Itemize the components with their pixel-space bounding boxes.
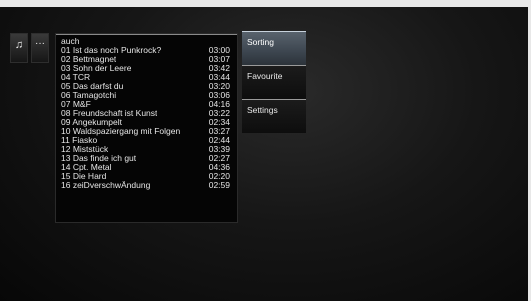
- track-row[interactable]: 15 Die Hard 02:20: [61, 172, 233, 181]
- track-row[interactable]: 02 Bettmagnet 03:07: [61, 55, 233, 64]
- track-title: 10 Waldspaziergang mit Folgen: [61, 127, 181, 136]
- track-title: 07 M&F: [61, 100, 91, 109]
- track-row[interactable]: 16 zeiDverschwÄndung 02:59: [61, 181, 233, 190]
- track-row[interactable]: 09 Angekumpelt 02:34: [61, 118, 233, 127]
- track-row[interactable]: 04 TCR 03:44: [61, 73, 233, 82]
- album-title: auch: [61, 36, 80, 46]
- track-title: 04 TCR: [61, 73, 91, 82]
- more-icon: ···: [35, 38, 45, 49]
- more-options-button[interactable]: ···: [31, 33, 49, 63]
- track-row[interactable]: 06 Tamagotchi 03:06: [61, 91, 233, 100]
- menu-item-label: Settings: [247, 105, 278, 115]
- track-title: 11 Fiasko: [61, 136, 98, 145]
- track-row[interactable]: 01 Ist das noch Punkrock? 03:00: [61, 46, 233, 55]
- menu-item-label: Sorting: [247, 37, 274, 47]
- top-border: [0, 0, 531, 7]
- track-duration: 02:59: [208, 180, 230, 190]
- menu-item-favourite[interactable]: Favourite: [242, 65, 306, 99]
- options-menu: Sorting Favourite Settings: [242, 31, 306, 133]
- music-source-button[interactable]: ♫: [10, 33, 28, 63]
- track-row[interactable]: 03 Sohn der Leere 03:42: [61, 64, 233, 73]
- track-title: 05 Das darfst du: [61, 82, 124, 91]
- track-title: 09 Angekumpelt: [61, 118, 122, 127]
- menu-item-settings[interactable]: Settings: [242, 99, 306, 133]
- track-title: 06 Tamagotchi: [61, 91, 117, 100]
- track-list: 01 Ist das noch Punkrock? 03:00 02 Bettmag…: [61, 46, 233, 190]
- track-title: 16 zeiDverschwÄndung: [61, 181, 151, 190]
- track-row[interactable]: 07 M&F 04:16: [61, 100, 233, 109]
- track-title: 15 Die Hard: [61, 172, 107, 181]
- track-title: 01 Ist das noch Punkrock?: [61, 46, 162, 55]
- track-title: 08 Freundschaft ist Kunst: [61, 109, 158, 118]
- track-row[interactable]: 11 Fiasko 02:44: [61, 136, 233, 145]
- track-title: 14 Cpt. Metal: [61, 163, 112, 172]
- track-title: 13 Das finde ich gut: [61, 154, 137, 163]
- menu-item-label: Favourite: [247, 71, 283, 81]
- music-note-icon: ♫: [14, 39, 24, 51]
- track-row[interactable]: 13 Das finde ich gut 02:27: [61, 154, 233, 163]
- track-row[interactable]: 05 Das darfst du 03:20: [61, 82, 233, 91]
- menu-item-sorting[interactable]: Sorting: [242, 31, 306, 65]
- track-row[interactable]: 08 Freundschaft ist Kunst 03:22: [61, 109, 233, 118]
- track-list-panel: auch 01 Ist das noch Punkrock? 03:00 02 Be…: [55, 33, 238, 223]
- track-row[interactable]: 14 Cpt. Metal 04:36: [61, 163, 233, 172]
- track-row[interactable]: 12 Miststück 03:39: [61, 145, 233, 154]
- track-title: 03 Sohn der Leere: [61, 64, 132, 73]
- track-title: 02 Bettmagnet: [61, 55, 117, 64]
- track-title: 12 Miststück: [61, 145, 109, 154]
- track-row[interactable]: 10 Waldspaziergang mit Folgen 03:27: [61, 127, 233, 136]
